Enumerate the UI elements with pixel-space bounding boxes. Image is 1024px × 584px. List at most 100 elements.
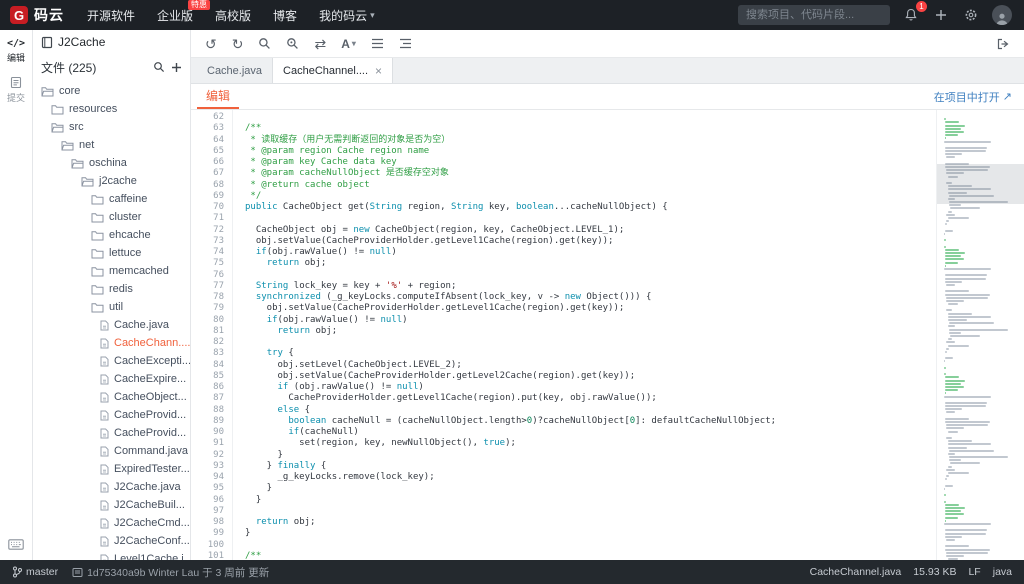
gear-icon (965, 9, 977, 21)
code-line: if (obj.rawValue() != null) (277, 382, 424, 392)
tree-file-CacheProvid---[interactable]: CacheProvid... (33, 424, 190, 442)
commit-info: 1d75340a9b Winter Lau 于 3 周前 更新 (87, 566, 270, 579)
file-search-icon[interactable] (153, 61, 165, 73)
tree-folder-redis[interactable]: redis (33, 280, 190, 298)
code-line: return obj; (277, 325, 338, 336)
search-button[interactable] (258, 37, 271, 50)
code-line: CacheProviderHolder.getLevel1Cache(regio… (245, 393, 657, 404)
statusbar-eol[interactable]: LF (968, 566, 980, 578)
code-line: obj.setLevel(CacheObject.LEVEL_2); (245, 359, 462, 370)
code-line: public CacheObject get(String region, St… (245, 202, 668, 212)
activity-commit-label: 提交 (6, 93, 25, 103)
tree-folder-caffeine[interactable]: caffeine (33, 190, 190, 208)
tree-file-Cache-java[interactable]: Cache.java (33, 316, 190, 334)
folder-icon (91, 284, 104, 294)
code-line: obj.setValue(CacheProviderHolder.getLeve… (245, 235, 614, 246)
tree-file-CacheObject---[interactable]: CacheObject... (33, 388, 190, 406)
export-icon (997, 38, 1009, 49)
gitee-logo[interactable]: G 码云 (0, 5, 76, 25)
global-search-input[interactable] (738, 5, 890, 25)
tree-file-J2CacheConf---[interactable]: J2CacheConf... (33, 532, 190, 550)
file-icon (100, 446, 109, 456)
activity-commit[interactable]: 提交 (7, 76, 25, 104)
folder-icon (51, 122, 64, 132)
main-area: </> 编辑 提交 J2Cache 文件 (225) core resource… (0, 30, 1024, 560)
activity-edit-label: 编辑 (6, 53, 25, 63)
tree-folder-memcached[interactable]: memcached (33, 262, 190, 280)
tree-file-J2CacheBuil---[interactable]: J2CacheBuil... (33, 496, 190, 514)
code-line: /** (245, 123, 262, 134)
compare-button[interactable]: ⇄ (314, 37, 326, 51)
tree-file-J2Cache-java[interactable]: J2Cache.java (33, 478, 190, 496)
notifications-button[interactable]: 1 (902, 1, 927, 24)
code-line: else { (277, 404, 311, 415)
minimap[interactable] (936, 110, 1024, 560)
close-tab-icon[interactable]: × (375, 64, 382, 78)
branch-indicator[interactable]: master (12, 566, 58, 578)
tree-file-Level1Cache-j---[interactable]: Level1Cache.j... (33, 550, 190, 560)
tree-folder-lettuce[interactable]: lettuce (33, 244, 190, 262)
nav-item[interactable]: 开源软件 (76, 0, 146, 30)
tree-folder-j2cache[interactable]: j2cache (33, 172, 190, 190)
undo-button[interactable]: ↺ (205, 37, 217, 51)
format-button[interactable] (399, 38, 412, 49)
file-icon (100, 536, 109, 546)
tree-file-ExpiredTester---[interactable]: ExpiredTester... (33, 460, 190, 478)
open-in-project-link[interactable]: 在项目中打开 ↗ (934, 89, 1012, 105)
editor-tab[interactable]: Cache.java (197, 58, 274, 83)
code-content[interactable]: /** * 读取缓存（用户无需判断返回的对象是否为空） * @param reg… (233, 110, 936, 560)
outline-button[interactable] (371, 38, 384, 49)
tree-file-CacheChann----[interactable]: CacheChann.... (33, 334, 190, 352)
find-replace-button[interactable] (286, 37, 299, 50)
tree-folder-cluster[interactable]: cluster (33, 208, 190, 226)
tree-file-CacheExpire---[interactable]: CacheExpire... (33, 370, 190, 388)
files-header: 文件 (225) (33, 54, 190, 80)
file-icon (100, 320, 109, 330)
tree-file-J2CacheCmd---[interactable]: J2CacheCmd... (33, 514, 190, 532)
activity-edit[interactable]: </> 编辑 (7, 38, 25, 64)
tree-folder-src[interactable]: src (33, 118, 190, 136)
tree-folder-net[interactable]: net (33, 136, 190, 154)
file-icon (100, 482, 109, 492)
redo-button[interactable]: ↻ (232, 37, 244, 51)
nav-item[interactable]: 高校版 (204, 0, 262, 30)
nav-item[interactable]: 企业版 特惠 (146, 0, 211, 30)
minimap-viewport[interactable] (937, 164, 1024, 204)
create-new-button[interactable] (932, 6, 950, 24)
statusbar-filename: CacheChannel.java (809, 566, 902, 578)
editor-tab[interactable]: CacheChannel.... × (273, 58, 394, 83)
code-line: } (245, 528, 251, 539)
tree-folder-core[interactable]: core (33, 82, 190, 100)
last-commit[interactable]: 1d75340a9b Winter Lau 于 3 周前 更新 (72, 565, 269, 580)
repo-icon (41, 36, 53, 48)
keyboard-shortcuts-button[interactable] (0, 539, 32, 550)
nav-item[interactable]: 我的码云 ▾ (308, 0, 386, 30)
external-link-icon: ↗ (1002, 91, 1012, 103)
tree-folder-resources[interactable]: resources (33, 100, 190, 118)
statusbar-language[interactable]: java (993, 566, 1012, 578)
nav-item[interactable]: 博客 (262, 0, 308, 30)
user-avatar[interactable] (992, 5, 1012, 25)
tree-file-CacheProvid---[interactable]: CacheProvid... (33, 406, 190, 424)
indent-list-icon (399, 38, 411, 49)
code-line: */ (245, 190, 262, 201)
tab-bar: Cache.java CacheChannel.... × (191, 58, 1024, 84)
font-settings-button[interactable]: A ▾ (341, 38, 356, 50)
code-line: /** (245, 550, 262, 560)
editor-pane: ↺ ↻ ⇄ A ▾ Cache.java CacheChannel.... × … (191, 30, 1024, 560)
tree-file-CacheExcepti---[interactable]: CacheExcepti... (33, 352, 190, 370)
tree-file-Command-java[interactable]: Command.java (33, 442, 190, 460)
tree-folder-ehcache[interactable]: ehcache (33, 226, 190, 244)
file-icon (100, 428, 109, 438)
line-numbers: 62 63 64 65 66 67 68 69 70 71 72 73 74 75 76 77 78 79 80 81… (191, 110, 233, 560)
tree-folder-util[interactable]: util (33, 298, 190, 316)
new-file-icon[interactable] (171, 62, 182, 73)
tree-folder-oschina[interactable]: oschina (33, 154, 190, 172)
code-line: synchronized (_g_keyLocks.computeIfAbsen… (255, 292, 652, 302)
files-count-label: 文件 (225) (41, 60, 97, 75)
tab-edit-mode[interactable]: 编辑 (197, 84, 240, 109)
settings-button[interactable] (962, 6, 980, 24)
export-button[interactable] (997, 38, 1010, 50)
